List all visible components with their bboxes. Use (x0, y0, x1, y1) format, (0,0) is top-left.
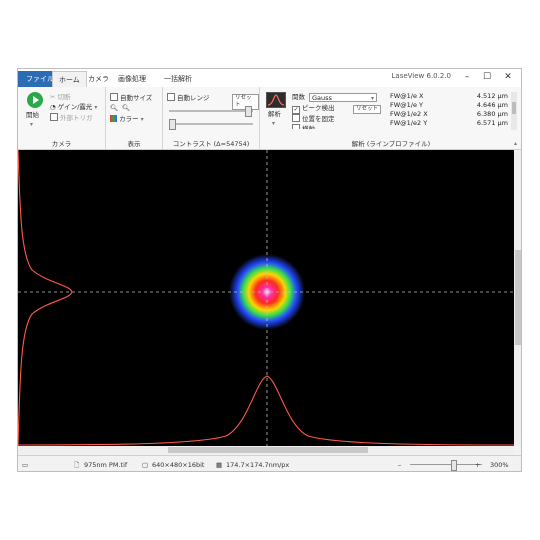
gain-exposure-button[interactable]: ◔ ゲイン/露光 ▾ (50, 103, 97, 112)
contrast-min-slider[interactable] (169, 123, 253, 125)
start-label[interactable]: 開始 (26, 111, 39, 120)
horizontal-scroll-thumb[interactable] (168, 447, 368, 453)
analyze-dropdown-icon[interactable]: ▾ (272, 119, 275, 128)
auto-size-checkbox[interactable]: 自動サイズ (110, 93, 152, 103)
file-name: 975nm PM.tif (84, 461, 128, 469)
camera-status-icon: ▭ (22, 461, 29, 469)
zoom-out-icon[interactable]: 🔍︎ (122, 104, 130, 113)
analysis-group-label: 解析 (ラインプロファイル) (351, 140, 431, 148)
results-scrollbar[interactable] (511, 92, 517, 130)
result-row: FW@1/e2 Y 6.571 μm (390, 119, 508, 127)
analyze-label[interactable]: 解析 (268, 110, 281, 119)
peak-detect-checkbox[interactable]: ✓ ピーク検出 (292, 104, 335, 114)
result-row: FW@1/e X 4.512 μm (390, 92, 508, 100)
tab-image-processing[interactable]: 画像処理 (112, 71, 152, 87)
zoom-out-button[interactable]: – (398, 456, 401, 471)
start-dropdown-icon[interactable]: ▾ (30, 120, 33, 129)
file-icon: 🗋 (74, 461, 80, 469)
ribbon-collapse-icon[interactable]: ▴ (514, 139, 517, 148)
analysis-group: 解析 ▾ 関数 Gauss ▾ ✓ ピーク検出 リセット 位置を固定 横軸 FW@… (260, 87, 521, 149)
maximize-button[interactable]: ☐ (479, 70, 495, 84)
cut-button[interactable]: ✂ 切断 (50, 93, 71, 102)
contrast-max-slider[interactable] (169, 110, 253, 112)
horizontal-scrollbar[interactable] (18, 446, 514, 454)
zoom-slider[interactable] (410, 464, 482, 465)
cut-icon: ✂ (50, 93, 56, 101)
vertical-scrollbar[interactable] (514, 150, 521, 446)
camera-group: 開始 ▾ ✂ 切断 ◔ ゲイン/露光 ▾ 外部トリガ カメラ (18, 87, 106, 149)
laseview-window: ファイル ホーム カメラ 画像処理 一括解析 LaseView 6.0.2.0 … (17, 68, 522, 472)
contrast-group-label: コントラスト (Δ=54754) (172, 140, 250, 148)
vertical-profile-curve (18, 150, 73, 446)
results-list: FW@1/e X 4.512 μm FW@1/e Y 4.646 μm FW@1/e… (390, 92, 508, 130)
pixel-size: 174.7×174.7nm/px (226, 461, 290, 469)
analyze-icon[interactable] (266, 92, 286, 108)
display-group-label: 表示 (127, 140, 141, 148)
tab-camera[interactable]: カメラ (82, 71, 115, 87)
fix-position-checkbox[interactable]: 位置を固定 (292, 114, 335, 124)
chevron-down-icon: ▾ (370, 95, 374, 102)
zoom-thumb[interactable] (450, 460, 457, 471)
color-palette-icon (110, 115, 117, 122)
result-row: FW@1/e Y 4.646 μm (390, 101, 508, 109)
close-button[interactable]: ✕ (500, 70, 516, 84)
zoom-in-button[interactable]: + (475, 456, 480, 471)
horizontal-profile-curve (18, 375, 514, 446)
contrast-min-thumb[interactable] (169, 119, 176, 130)
display-group: 自動サイズ 🔍︎ 🔍︎ カラー ▾ 表示 (106, 87, 163, 149)
pixel-size-icon: ▦ (216, 461, 223, 469)
ribbon: 開始 ▾ ✂ 切断 ◔ ゲイン/露光 ▾ 外部トリガ カメラ 自動サイズ 🔍︎ … (18, 87, 521, 150)
minimize-button[interactable]: – (459, 70, 475, 84)
contrast-max-thumb[interactable] (245, 106, 252, 117)
analysis-reset-button[interactable]: リセット (353, 105, 382, 114)
zoom-level: 300% (490, 461, 509, 469)
result-row: FW@1/e2 X 6.380 μm (390, 110, 508, 118)
function-select[interactable]: Gauss ▾ (309, 93, 377, 102)
title-bar: ファイル ホーム カメラ 画像処理 一括解析 LaseView 6.0.2.0 … (18, 69, 521, 88)
image-canvas[interactable] (18, 150, 514, 446)
auto-range-checkbox[interactable]: 自動レンジ (167, 93, 210, 103)
check-icon: ✓ (292, 106, 300, 114)
external-trigger-checkbox[interactable]: 外部トリガ (50, 113, 93, 123)
image-size-icon: ▢ (142, 461, 149, 469)
gain-icon: ◔ (50, 103, 56, 111)
status-bar: ▭ 🗋 975nm PM.tif ▢ 640×480×16bit ▦ 174.7… (18, 455, 521, 471)
function-label: 関数 (292, 93, 305, 101)
color-map-button[interactable]: カラー ▾ (110, 115, 144, 124)
camera-group-label: カメラ (51, 140, 72, 148)
vertical-scroll-thumb[interactable] (515, 250, 521, 345)
image-resolution: 640×480×16bit (152, 461, 205, 469)
start-icon[interactable] (27, 92, 43, 108)
contrast-group: 自動レンジ リセット コントラスト (Δ=54754) (163, 87, 260, 149)
tab-batch-analysis[interactable]: 一括解析 (158, 71, 198, 87)
zoom-in-icon[interactable]: 🔍︎ (110, 104, 118, 113)
app-title: LaseView 6.0.2.0 (391, 72, 451, 80)
horizontal-axis-checkbox[interactable]: 横軸 (292, 124, 315, 129)
